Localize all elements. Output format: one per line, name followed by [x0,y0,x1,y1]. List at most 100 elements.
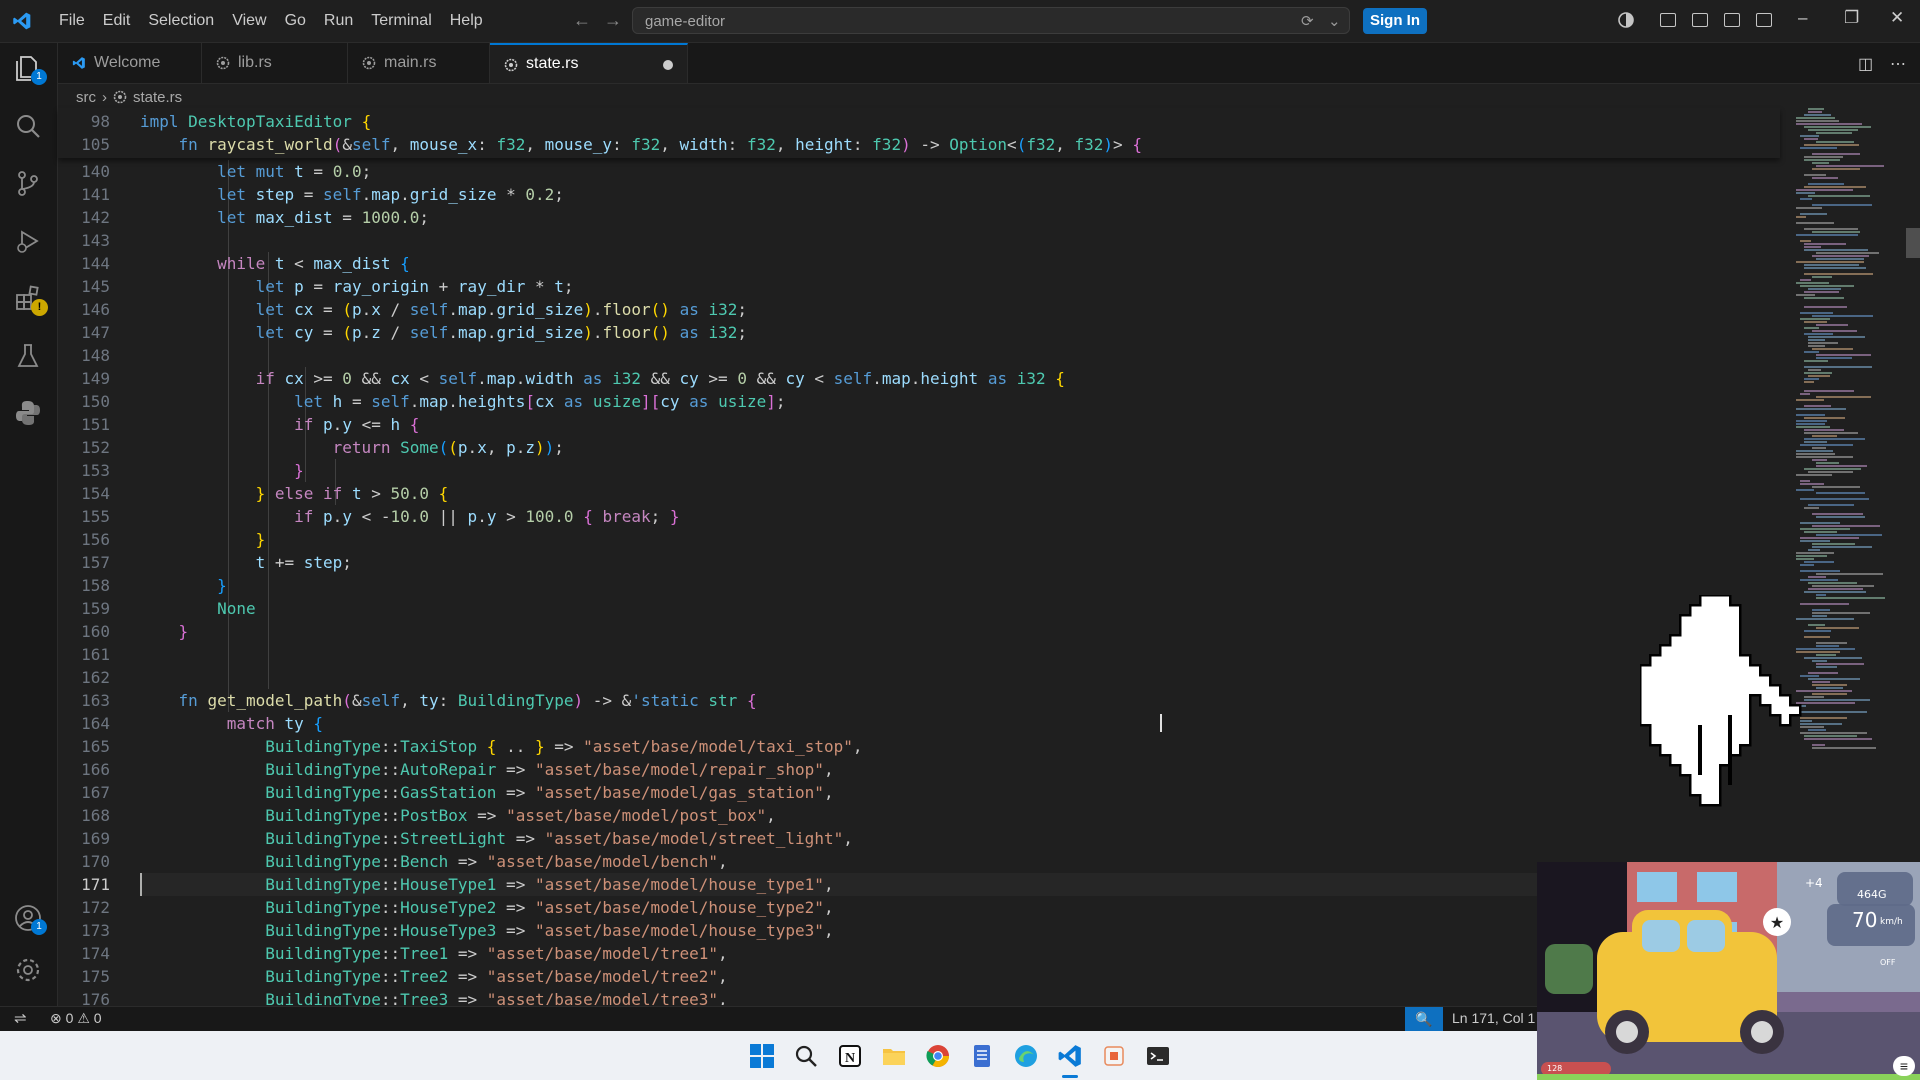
code-line[interactable]: 147 let cy = (p.z / self.map.grid_size).… [58,321,1780,344]
code-line[interactable]: 154 } else if t > 50.0 { [58,482,1780,505]
code-line[interactable]: 153 } [58,459,1780,482]
chrome-icon[interactable] [925,1043,951,1069]
terminal-icon[interactable] [1145,1043,1171,1069]
unsaved-dot-icon[interactable] [663,60,673,70]
back-arrow-icon[interactable]: ← [573,10,591,31]
vscode-taskbar-icon[interactable] [1057,1043,1083,1069]
restore-icon[interactable]: ❐ [1844,8,1859,28]
minimap-row [1804,333,1833,335]
toggle-panel-icon[interactable] [1724,13,1740,27]
code-line[interactable]: 150 let h = self.map.heights[cx as usize… [58,390,1780,413]
code-line[interactable]: 166 BuildingType::AutoRepair => "asset/b… [58,758,1780,781]
menu-go[interactable]: Go [276,12,315,30]
code-line[interactable]: 159 None [58,597,1780,620]
sticky-line[interactable]: 98 impl DesktopTaxiEditor { [58,110,1780,133]
code-line[interactable]: 152 return Some((p.x, p.z)); [58,436,1780,459]
menu-edit[interactable]: Edit [94,12,140,30]
code-line[interactable]: 155 if p.y < -10.0 || p.y > 100.0 { brea… [58,505,1780,528]
code-line[interactable]: 176 BuildingType::Tree3 => "asset/base/m… [58,988,1780,1005]
windows-start-icon[interactable] [749,1043,775,1069]
code-line[interactable]: 143 [58,229,1780,252]
code-line[interactable]: 140 let mut t = 0.0; [58,160,1780,183]
tab-lib-rs[interactable]: lib.rs [202,43,348,83]
code-line[interactable]: 146 let cx = (p.x / self.map.grid_size).… [58,298,1780,321]
manage-gear-icon[interactable] [13,955,43,985]
chevron-down-icon[interactable]: ⌄ [1328,8,1341,35]
close-icon[interactable]: ✕ [1890,8,1904,28]
game-preview-window[interactable]: ★ +4 464G 70 km/h OFF 128 ≡ [1537,862,1920,1080]
customize-layout-icon[interactable] [1660,13,1676,27]
toggle-primary-sidebar-icon[interactable] [1692,13,1708,27]
sticky-line[interactable]: 105 fn raycast_world(&self, mouse_x: f32… [58,133,1780,156]
testing-flask-icon[interactable] [13,341,43,371]
edge-browser-icon[interactable] [1013,1043,1039,1069]
explorer-icon[interactable]: 1 [13,53,47,85]
forward-arrow-icon[interactable]: → [604,10,622,31]
breadcrumb-folder[interactable]: src [76,89,96,106]
code-line[interactable]: 142 let max_dist = 1000.0; [58,206,1780,229]
code-line[interactable]: 164 match ty { [58,712,1780,735]
more-actions-icon[interactable]: ⋯ [1890,54,1906,74]
notion-icon[interactable]: N [837,1043,863,1069]
menu-terminal[interactable]: Terminal [362,12,440,30]
code-editor[interactable]: 140 let mut t = 0.0; 141 let step = self.… [58,160,1780,1005]
taskbar-search-icon[interactable] [793,1043,819,1069]
menu-file[interactable]: File [50,12,94,30]
code-line[interactable]: 173 BuildingType::HouseType3 => "asset/b… [58,919,1780,942]
toggle-secondary-sidebar-icon[interactable] [1756,13,1772,27]
copilot-icon[interactable] [1617,11,1635,29]
code-line[interactable]: 172 BuildingType::HouseType2 => "asset/b… [58,896,1780,919]
game-toggle-label[interactable]: OFF [1880,958,1896,967]
extensions-icon[interactable]: ! [13,283,48,316]
tab-main-rs[interactable]: main.rs [348,43,490,83]
search-icon[interactable] [13,111,43,141]
code-line[interactable]: 161 [58,643,1780,666]
code-line[interactable]: 151 if p.y <= h { [58,413,1780,436]
menu-run[interactable]: Run [315,12,362,30]
code-line[interactable]: 148 [58,344,1780,367]
copilot-chat-icon[interactable]: ⟳ [1301,8,1314,35]
editor-scrollbar-thumb[interactable] [1906,228,1920,258]
cursor-position[interactable]: Ln 171, Col 1 [1452,1010,1535,1026]
code-line[interactable]: 158 } [58,574,1780,597]
code-line[interactable]: 162 [58,666,1780,689]
accounts-icon[interactable]: 1 [13,903,47,935]
code-line[interactable]: 145 let p = ray_origin + ray_dir * t; [58,275,1780,298]
game-app-icon[interactable] [1101,1043,1127,1069]
code-line[interactable]: 160 } [58,620,1780,643]
code-line[interactable]: 167 BuildingType::GasStation => "asset/b… [58,781,1780,804]
hamburger-menu-icon[interactable]: ≡ [1893,1056,1915,1076]
minimize-icon[interactable]: – [1798,8,1807,28]
code-line[interactable]: 141 let step = self.map.grid_size * 0.2; [58,183,1780,206]
command-center-search[interactable]: game-editor ⟳ ⌄ [632,7,1350,34]
source-control-icon[interactable] [13,168,43,198]
code-line[interactable]: 165 BuildingType::TaxiStop { .. } => "as… [58,735,1780,758]
sticky-scroll-header[interactable]: 98 impl DesktopTaxiEditor {105 fn raycast… [58,108,1780,158]
code-line[interactable]: 175 BuildingType::Tree2 => "asset/base/m… [58,965,1780,988]
code-line[interactable]: 169 BuildingType::StreetLight => "asset/… [58,827,1780,850]
code-line[interactable]: 174 BuildingType::Tree1 => "asset/base/m… [58,942,1780,965]
remote-icon[interactable]: ⇌ [14,1009,27,1027]
code-line[interactable]: 163 fn get_model_path(&self, ty: Buildin… [58,689,1780,712]
code-line[interactable]: 170 BuildingType::Bench => "asset/base/m… [58,850,1780,873]
code-line[interactable]: 171 BuildingType::HouseType1 => "asset/b… [58,873,1780,896]
menu-selection[interactable]: Selection [139,12,223,30]
breadcrumb-file[interactable]: state.rs [133,89,182,106]
sign-in-button[interactable]: Sign In [1363,8,1427,34]
python-icon[interactable] [13,398,43,428]
file-explorer-icon[interactable] [881,1043,907,1069]
split-editor-icon[interactable]: ◫ [1858,54,1873,74]
notes-app-icon[interactable] [969,1043,995,1069]
code-line[interactable]: 156 } [58,528,1780,551]
menu-view[interactable]: View [223,12,275,30]
run-debug-icon[interactable] [13,226,43,256]
tab-welcome[interactable]: Welcome [58,43,202,83]
zoom-icon[interactable]: 🔍 [1405,1007,1443,1031]
code-line[interactable]: 149 if cx >= 0 && cx < self.map.width as… [58,367,1780,390]
code-line[interactable]: 144 while t < max_dist { [58,252,1780,275]
problems-indicator[interactable]: ⊗ 0 ⚠ 0 [50,1010,102,1027]
menu-help[interactable]: Help [441,12,492,30]
code-line[interactable]: 168 BuildingType::PostBox => "asset/base… [58,804,1780,827]
code-line[interactable]: 157 t += step; [58,551,1780,574]
tab-state-rs[interactable]: state.rs [490,43,688,83]
